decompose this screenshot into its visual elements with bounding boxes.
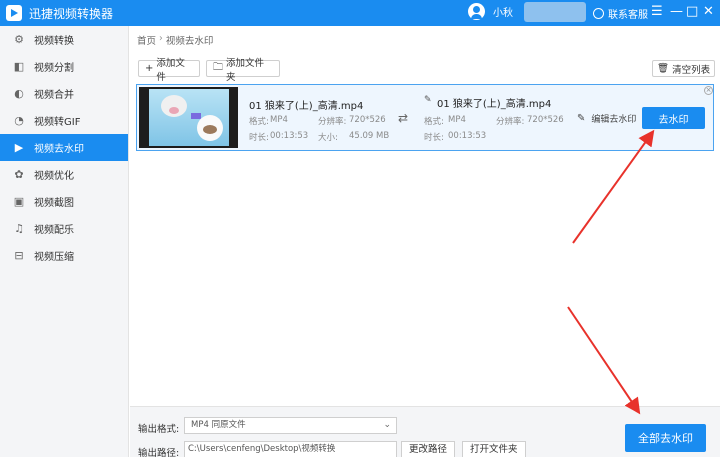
- sidebar-item-video-music[interactable]: ♫ 视频配乐: [0, 215, 128, 242]
- cartoon-sheep-image: [197, 115, 223, 141]
- menu-icon[interactable]: ☰: [651, 4, 663, 20]
- output-resolution-value: 720*526: [527, 115, 564, 125]
- output-duration-value: 00:13:53: [448, 131, 487, 141]
- thumbnail-caption: [191, 113, 201, 119]
- convert-arrow-icon: ⇄: [398, 111, 409, 125]
- plus-icon: +: [145, 63, 154, 74]
- user-avatar-icon[interactable]: [468, 3, 485, 20]
- sidebar-item-label: 视频截图: [34, 198, 74, 209]
- compress-icon: ⊟: [14, 248, 24, 262]
- sidebar-item-video-compress[interactable]: ⊟ 视频压缩: [0, 242, 128, 269]
- sidebar-item-video-to-gif[interactable]: ◔ 视频转GIF: [0, 107, 128, 134]
- output-path-label: 输出路径:: [138, 448, 180, 457]
- sidebar-item-label: 视频去水印: [34, 144, 84, 155]
- sidebar-item-label: 视频合并: [34, 90, 74, 101]
- source-duration-value: 00:13:53: [270, 131, 309, 141]
- sidebar-item-label: 视频转换: [34, 36, 74, 47]
- add-folder-label: 添加文件夹: [226, 57, 265, 83]
- add-file-button[interactable]: + 添加文件: [138, 58, 200, 83]
- video-merge-icon: ◐: [14, 86, 24, 100]
- edit-watermark-button[interactable]: ✎ 编辑去水印: [577, 112, 636, 125]
- source-size-label: 大小:: [318, 133, 338, 143]
- title-bar: 迅捷视频转换器 小秋 联系客服 ☰ — □ ✕: [0, 0, 720, 26]
- sidebar-item-video-merge[interactable]: ◐ 视频合并: [0, 80, 128, 107]
- contact-support-button[interactable]: 联系客服: [593, 6, 648, 21]
- username[interactable]: 小秋: [493, 4, 513, 19]
- app-logo-icon: [6, 5, 22, 21]
- breadcrumb-current: 视频去水印: [165, 36, 214, 47]
- screenshot-icon: ▣: [13, 194, 25, 208]
- sidebar-item-label: 视频配乐: [34, 225, 74, 236]
- breadcrumb-separator: ›: [159, 33, 163, 44]
- video-thumbnail: [139, 87, 238, 148]
- edit-icon: ✎: [577, 113, 586, 124]
- source-size-value: 45.09 MB: [349, 131, 390, 141]
- add-file-label: 添加文件: [156, 57, 185, 83]
- video-convert-icon: ⚙: [14, 32, 24, 46]
- play-circle-icon: ▶: [14, 140, 24, 154]
- change-path-button[interactable]: 更改路径: [401, 441, 456, 457]
- optimize-icon: ✿: [14, 167, 24, 181]
- trash-icon: 🗑: [657, 63, 670, 74]
- breadcrumb-home[interactable]: 首页: [137, 33, 156, 47]
- remove-item-icon[interactable]: ×: [704, 86, 713, 95]
- add-folder-button[interactable]: 🗀 添加文件夹: [206, 58, 280, 83]
- gif-icon: ◔: [14, 113, 24, 127]
- source-resolution-value: 720*526: [349, 115, 386, 125]
- output-format-select[interactable]: MP4 同原文件 ⌄: [184, 417, 397, 434]
- source-duration-label: 时长:: [249, 133, 269, 143]
- support-label: 联系客服: [608, 10, 648, 21]
- cartoon-sheep-image: [161, 95, 187, 117]
- sidebar-item-label: 视频优化: [34, 171, 74, 182]
- source-format-value: MP4: [270, 115, 288, 125]
- folder-icon: 🗀: [213, 62, 223, 73]
- thumbnail-image: [149, 89, 229, 146]
- maximize-button[interactable]: □: [686, 4, 698, 20]
- chevron-down-icon: ⌄: [383, 420, 391, 430]
- minimize-button[interactable]: —: [670, 4, 683, 20]
- sidebar-item-video-optimize[interactable]: ✿ 视频优化: [0, 161, 128, 188]
- output-format-label: 格式:: [424, 117, 444, 127]
- output-path-value: C:\Users\cenfeng\Desktop\视频转换: [188, 444, 336, 454]
- clear-list-button[interactable]: 🗑 清空列表: [652, 60, 716, 77]
- sidebar-item-label: 视频压缩: [34, 252, 74, 263]
- music-icon: ♫: [14, 221, 24, 235]
- sidebar-item-video-split[interactable]: ◧ 视频分割: [0, 53, 128, 80]
- source-resolution-label: 分辨率:: [318, 117, 347, 127]
- support-chat-icon: [593, 8, 604, 19]
- output-format-label: 输出格式:: [138, 424, 180, 435]
- sidebar-item-label: 视频分割: [34, 63, 74, 74]
- remove-watermark-button[interactable]: 去水印: [642, 107, 705, 129]
- sidebar-item-video-screenshot[interactable]: ▣ 视频截图: [0, 188, 128, 215]
- edit-watermark-label: 编辑去水印: [591, 115, 637, 125]
- sidebar-item-label: 视频转GIF: [34, 117, 81, 128]
- output-file-name: 01 狼来了(上)_高清.mp4: [437, 99, 552, 110]
- sidebar: ⚙ 视频转换 ◧ 视频分割 ◐ 视频合并 ◔ 视频转GIF ▶ 视频去水印 ✿ …: [0, 26, 129, 457]
- close-button[interactable]: ✕: [703, 4, 714, 20]
- output-duration-label: 时长:: [424, 133, 444, 143]
- breadcrumb: 首页 › 视频去水印: [137, 33, 213, 47]
- output-format-value: MP4 同原文件: [191, 420, 246, 430]
- user-account[interactable]: 小秋: [468, 3, 513, 20]
- annotation-arrow-to-remove-all-button: [567, 306, 641, 415]
- sidebar-item-remove-watermark[interactable]: ▶ 视频去水印: [0, 134, 128, 161]
- output-format-value: MP4: [448, 115, 466, 125]
- open-folder-button[interactable]: 打开文件夹: [462, 441, 526, 457]
- app-title: 迅捷视频转换器: [29, 6, 114, 21]
- redacted-area: [524, 2, 586, 22]
- source-format-label: 格式:: [249, 117, 269, 127]
- sidebar-item-video-convert[interactable]: ⚙ 视频转换: [0, 26, 128, 53]
- rename-pencil-icon[interactable]: ✎: [424, 95, 432, 105]
- clear-list-label: 清空列表: [672, 64, 711, 76]
- output-resolution-label: 分辨率:: [496, 117, 525, 127]
- source-file-name: 01 狼来了(上)_高清.mp4: [249, 101, 364, 112]
- video-split-icon: ◧: [13, 59, 25, 73]
- remove-all-watermark-button[interactable]: 全部去水印: [625, 424, 706, 452]
- output-path-field[interactable]: C:\Users\cenfeng\Desktop\视频转换: [184, 441, 397, 457]
